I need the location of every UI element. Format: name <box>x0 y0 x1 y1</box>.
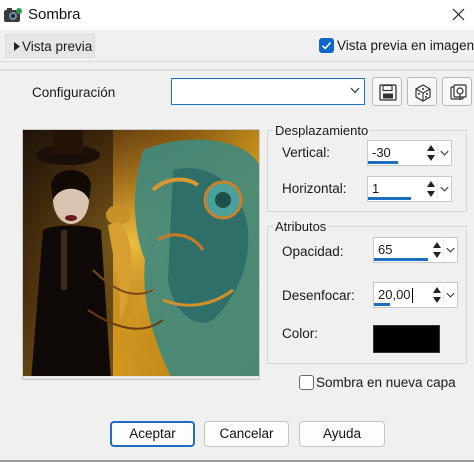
dice-icon <box>415 84 431 102</box>
close-icon[interactable] <box>446 4 470 26</box>
opacity-slider[interactable] <box>374 258 428 261</box>
save-preset-button[interactable] <box>372 77 402 106</box>
title-bar: Sombra <box>0 0 474 30</box>
checkmark-icon <box>321 41 332 50</box>
color-label: Color: <box>282 326 319 341</box>
text-caret <box>411 288 413 304</box>
blur-spinbox[interactable]: 20,00 <box>373 282 458 308</box>
color-swatch[interactable] <box>373 325 440 353</box>
blur-slider[interactable] <box>374 303 390 306</box>
horizontal-value: 1 <box>372 181 380 196</box>
attributes-group-title: Atributos <box>273 219 329 234</box>
preview-image <box>22 129 260 380</box>
horizontal-spinbox[interactable]: 1 <box>367 176 452 202</box>
preset-manager-button[interactable] <box>442 77 472 106</box>
help-button[interactable]: Ayuda <box>299 421 385 447</box>
vertical-slider[interactable] <box>368 161 398 164</box>
chevron-down-icon[interactable] <box>443 239 457 261</box>
preview-toggle-label: Vista previa <box>22 39 93 54</box>
opacity-value: 65 <box>378 242 393 257</box>
vertical-label: Vertical: <box>282 145 331 160</box>
preview-in-image-label: Vista previa en imagen <box>337 38 474 53</box>
accept-button[interactable]: Aceptar <box>110 421 195 447</box>
shadow-new-layer-checkbox[interactable] <box>299 375 314 390</box>
blur-value[interactable]: 20,00 <box>378 287 413 304</box>
offset-group-title: Desplazamiento <box>273 123 371 138</box>
preset-manager-icon <box>450 84 467 100</box>
randomize-button[interactable] <box>407 77 437 106</box>
chevron-down-icon[interactable] <box>443 284 457 306</box>
app-logo-icon <box>4 8 22 22</box>
config-label: Configuración <box>32 85 116 100</box>
opacity-spinbox[interactable]: 65 <box>373 237 458 263</box>
preview-artwork <box>23 130 259 379</box>
shadow-new-layer-label: Sombra en nueva capa <box>316 375 456 390</box>
spin-arrows-icon[interactable] <box>425 142 437 164</box>
horizontal-slider[interactable] <box>368 197 411 200</box>
vertical-value: -30 <box>372 145 391 160</box>
window-title: Sombra <box>28 6 81 23</box>
cancel-button[interactable]: Cancelar <box>204 421 289 447</box>
preview-bar: Vista previa Vista previa en imagen <box>0 30 474 62</box>
spin-arrows-icon[interactable] <box>425 178 437 200</box>
spin-arrows-icon[interactable] <box>431 239 443 261</box>
preview-in-image-checkbox[interactable] <box>319 38 334 53</box>
preview-toggle-button[interactable]: Vista previa <box>5 34 95 58</box>
separator <box>0 69 474 71</box>
save-icon <box>379 84 397 101</box>
spin-arrows-icon[interactable] <box>431 284 443 306</box>
config-select[interactable] <box>171 78 365 105</box>
expand-triangle-icon <box>14 42 20 51</box>
chevron-down-icon[interactable] <box>437 178 451 200</box>
opacity-label: Opacidad: <box>282 244 344 259</box>
chevron-down-icon[interactable] <box>437 142 451 164</box>
chevron-down-icon <box>350 87 360 94</box>
vertical-spinbox[interactable]: -30 <box>367 140 452 166</box>
blur-label: Desenfocar: <box>282 288 355 303</box>
horizontal-label: Horizontal: <box>282 181 347 196</box>
